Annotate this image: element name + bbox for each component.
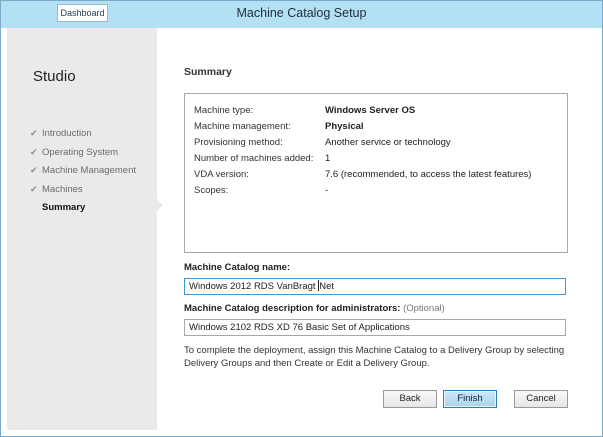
summary-key: Machine type: — [194, 105, 254, 116]
catalog-name-text-before: Windows 2012 RDS VanBragt — [189, 281, 316, 292]
step-label: Operating System — [42, 146, 119, 158]
title-bar: Machine Catalog Setup Dashboard — [1, 1, 602, 28]
summary-key: Number of machines added: — [194, 153, 314, 164]
summary-key: Machine management: — [194, 121, 291, 132]
sidebar-heading: Studio — [33, 68, 76, 85]
help-text: To complete the deployment, assign this … — [184, 345, 565, 369]
wizard-steps: ✔ Introduction ✔ Operating System ✔ Machine… — [30, 124, 136, 217]
step-label: Machine Management — [42, 165, 136, 176]
step-summary[interactable]: ✔Summary — [30, 198, 136, 217]
step-label: Summary — [42, 202, 86, 213]
check-icon: ✔ — [30, 165, 38, 175]
catalog-name-text-after: Net — [319, 281, 334, 292]
back-button[interactable]: Back — [383, 390, 437, 408]
catalog-name-input[interactable]: Windows 2012 RDS VanBragt Net — [184, 278, 566, 295]
summary-value: 1 — [325, 153, 331, 164]
optional-tag: (Optional) — [403, 303, 445, 314]
dashboard-button[interactable]: Dashboard — [57, 4, 108, 22]
step-machine-management[interactable]: ✔ Machine Management — [30, 161, 136, 180]
section-title: Summary — [184, 66, 232, 78]
summary-key: VDA version: — [194, 169, 249, 180]
active-step-pointer — [157, 199, 163, 211]
check-icon: ✔ — [30, 128, 38, 138]
summary-key: Scopes: — [194, 185, 229, 196]
finish-button[interactable]: Finish — [443, 390, 497, 408]
check-icon: ✔ — [30, 183, 38, 194]
cancel-button[interactable]: Cancel — [514, 390, 568, 408]
summary-value: 7.6 (recommended, to access the latest f… — [325, 169, 532, 180]
summary-value: - — [325, 185, 329, 196]
summary-value: Another service or technology — [325, 137, 451, 148]
catalog-name-label: Machine Catalog name: — [184, 262, 291, 273]
summary-value: Physical — [325, 121, 364, 132]
step-introduction[interactable]: ✔ Introduction — [30, 124, 136, 143]
description-label: Machine Catalog description for administ… — [184, 303, 445, 314]
machine-catalog-setup-window: Machine Catalog Setup Dashboard Studio ✔… — [0, 0, 603, 437]
description-label-text: Machine Catalog description for administ… — [184, 303, 401, 314]
wizard-sidebar: Studio ✔ Introduction ✔ Operating System ✔… — [7, 28, 157, 430]
summary-key: Provisioning method: — [194, 137, 283, 148]
step-operating-system[interactable]: ✔ Operating System — [30, 143, 136, 162]
wizard-body: Studio ✔ Introduction ✔ Operating System ✔… — [7, 28, 596, 430]
summary-value: Windows Server OS — [325, 105, 416, 116]
step-label: Machines — [42, 183, 83, 195]
description-input[interactable]: Windows 2102 RDS XD 76 Basic Set of Appl… — [184, 319, 566, 336]
check-icon: ✔ — [30, 146, 38, 157]
step-label: Introduction — [42, 128, 92, 139]
summary-box: Machine type: Windows Server OS Machine … — [184, 93, 568, 253]
step-machines[interactable]: ✔ Machines — [30, 180, 136, 199]
